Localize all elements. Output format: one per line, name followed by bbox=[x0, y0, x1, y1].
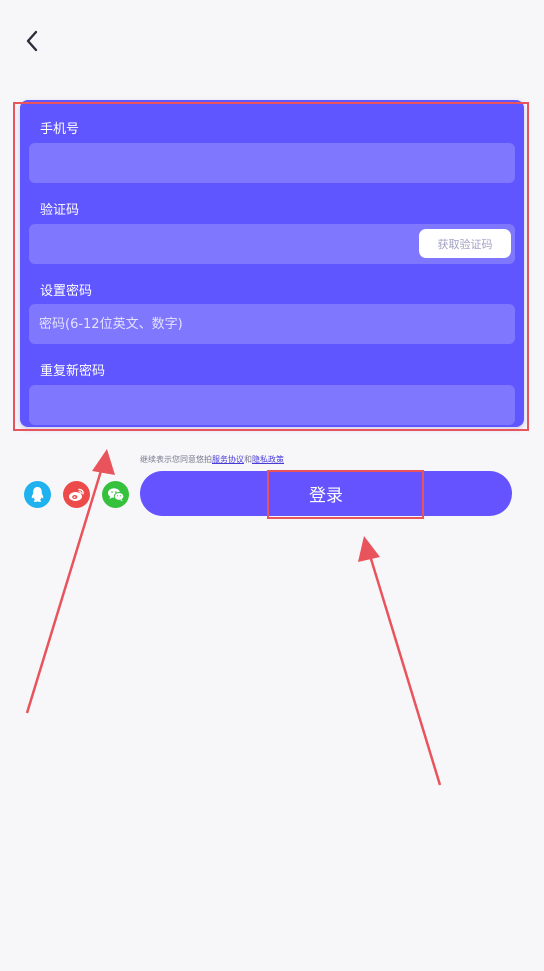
register-form-card: 手机号 验证码 获取验证码 设置密码 重复新密码 bbox=[20, 100, 524, 427]
weibo-icon bbox=[69, 488, 84, 501]
login-button[interactable]: 登录 bbox=[140, 471, 512, 516]
arrow-to-login bbox=[358, 536, 442, 786]
agreement-prefix: 继续表示您同意悠拍 bbox=[140, 455, 212, 464]
qq-icon bbox=[31, 487, 44, 502]
wechat-icon bbox=[107, 488, 124, 502]
password-input[interactable] bbox=[29, 304, 515, 344]
repeat-password-label: 重复新密码 bbox=[40, 364, 106, 379]
agreement-text: 继续表示您同意悠拍服务协议和隐私政策 bbox=[140, 454, 284, 465]
wechat-login-button[interactable] bbox=[102, 481, 129, 508]
code-label: 验证码 bbox=[40, 203, 80, 218]
phone-label: 手机号 bbox=[40, 122, 80, 137]
service-agreement-link[interactable]: 服务协议 bbox=[212, 455, 244, 464]
agreement-and: 和 bbox=[244, 455, 252, 464]
password-label: 设置密码 bbox=[40, 284, 93, 299]
privacy-policy-link[interactable]: 隐私政策 bbox=[252, 455, 284, 464]
repeat-password-input[interactable] bbox=[29, 385, 515, 425]
back-button[interactable] bbox=[18, 26, 46, 56]
qq-login-button[interactable] bbox=[24, 481, 51, 508]
register-page: 手机号 验证码 获取验证码 设置密码 重复新密码 继续表示您同意悠拍服务协议和隐… bbox=[0, 0, 544, 971]
phone-input[interactable] bbox=[29, 143, 515, 183]
get-code-button[interactable]: 获取验证码 bbox=[419, 229, 511, 258]
chevron-left-icon bbox=[26, 30, 38, 52]
weibo-login-button[interactable] bbox=[63, 481, 90, 508]
login-button-label: 登录 bbox=[309, 486, 343, 506]
